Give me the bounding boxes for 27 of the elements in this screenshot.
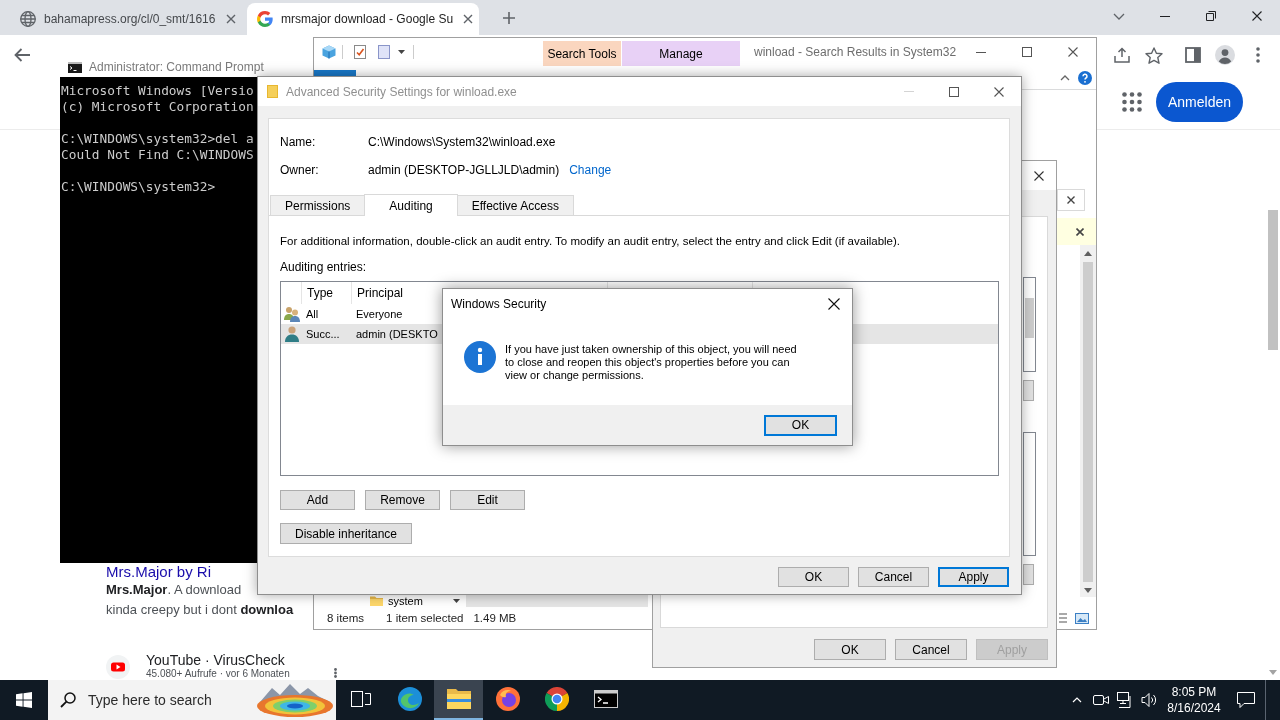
window-title: Advanced Security Settings for winload.exe [286,84,517,99]
status-text: 1 item selected [386,612,464,624]
list-label: Auditing entries: [280,260,367,274]
table-cell: All [306,308,319,320]
table-cell: Everyone [356,308,403,320]
result-snippet: Mrs.Major. A download [106,581,242,599]
console-line: Microsoft Windows [Versio [61,83,254,99]
window-title: winload - Search Results in System32 [754,45,957,59]
result-snippet: kinda creepy but i dont downloa [106,601,294,619]
field-value: admin (DESKTOP-JGLLJLD\admin) [368,163,560,177]
status-text: 8 items [327,612,365,624]
window-title: Administrator: Command Prompt [89,60,264,74]
field-label: Owner: [280,163,320,177]
result-meta: 45.080+ Aufrufe · vor 6 Monaten [146,668,290,679]
status-text: 1.49 MB [473,612,517,624]
message-text: If you have just taken ownership of this object, you will need to close and reopen this object's properties before you can view or change permissions. [505,343,798,382]
console-line: (c) Microsoft Corporation [61,99,254,115]
table-cell: admin (DESKTO [356,328,438,340]
field-label: Name: [280,135,317,149]
window-title: Windows Security [451,296,547,311]
instruction-text: For additional information, double-click an audit entry. To modify an audit entry, select the entry and click Edit (if available). [280,234,901,248]
console-line: C:\WINDOWS\system32>del a [61,131,254,147]
field-value: C:\Windows\System32\winload.exe [368,135,556,149]
console-line: C:\WINDOWS\system32> [61,179,216,195]
result-source: YouTube · VirusCheck [146,652,285,668]
table-cell: Succ... [306,328,340,340]
console-line: Could Not Find C:\WINDOWS [61,147,254,163]
